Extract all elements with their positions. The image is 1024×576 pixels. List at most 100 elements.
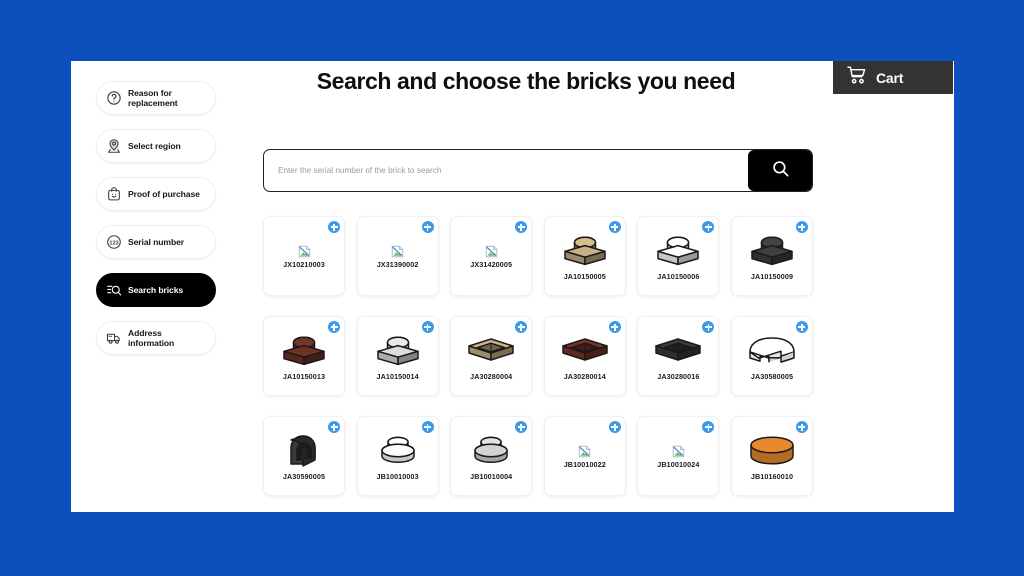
brick-code-label: JA30280016 [657, 372, 700, 381]
search-bar [263, 149, 813, 192]
receipt-bag-icon [106, 186, 122, 202]
brick-code-label: JX31390002 [376, 260, 419, 269]
brick-card[interactable]: JB10010024 [637, 416, 720, 496]
brick-image [275, 331, 333, 371]
brick-code-label: JX31420005 [470, 260, 513, 269]
add-to-cart-icon[interactable] [328, 421, 340, 433]
add-to-cart-icon[interactable] [608, 321, 621, 333]
sidebar-item-proof-of-purchase[interactable]: Proof of purchase [96, 177, 216, 211]
sidebar-item-reason-for-replacement[interactable]: Reason for replacement [96, 81, 216, 115]
add-to-cart-icon[interactable] [515, 221, 528, 233]
shopping-cart-icon [847, 66, 867, 89]
add-to-cart-icon[interactable] [421, 221, 434, 233]
brick-code-label: JB10010003 [376, 472, 419, 481]
brick-code-label: JA10150014 [376, 372, 419, 381]
brick-code-label: JA30580005 [750, 372, 794, 381]
add-to-cart-icon[interactable] [328, 321, 340, 333]
brick-card[interactable]: JA30580005 [730, 316, 813, 396]
brick-card[interactable]: JA10150006 [637, 216, 720, 296]
sidebar-item-select-region[interactable]: Select region [96, 129, 216, 163]
add-to-cart-icon[interactable] [702, 321, 715, 333]
brick-card[interactable]: JA30590005 [263, 416, 345, 496]
brick-card[interactable]: JB10160010 [730, 416, 813, 496]
cart-label: Cart [876, 69, 904, 86]
brick-code-label: JB10010022 [563, 460, 606, 469]
brick-card[interactable]: JA10150009 [730, 216, 813, 296]
cart-button[interactable]: Cart [833, 61, 953, 94]
sidebar-item-search-bricks[interactable]: Search bricks [96, 273, 216, 307]
question-circle-icon [106, 90, 122, 106]
brick-code-label: JA10150013 [282, 372, 326, 381]
broken-image-icon [649, 443, 707, 459]
brick-card[interactable]: JA30280014 [543, 316, 626, 396]
brick-card[interactable]: JB10010003 [356, 416, 439, 496]
map-pin-icon [106, 138, 122, 154]
brick-card[interactable]: JX31420005 [450, 216, 533, 296]
brick-image [275, 431, 333, 471]
sidebar-item-label: Proof of purchase [128, 188, 200, 199]
broken-image-icon [462, 243, 520, 259]
brick-code-label: JA30280014 [563, 372, 606, 381]
add-to-cart-icon[interactable] [421, 421, 434, 433]
brick-image [556, 231, 614, 271]
add-to-cart-icon[interactable] [515, 321, 528, 333]
brick-image [743, 231, 801, 271]
search-input[interactable] [264, 150, 748, 191]
brick-code-label: JA30590005 [282, 472, 326, 481]
brick-image [369, 331, 427, 371]
brick-image [462, 431, 520, 471]
brick-code-label: JA10150006 [657, 272, 700, 281]
sidebar-item-address-information[interactable]: Address information [96, 321, 216, 355]
add-to-cart-icon[interactable] [795, 321, 808, 333]
sidebar-item-label: Search bricks [128, 284, 184, 295]
sidebar: Reason for replacement Select region Pro… [96, 81, 220, 369]
brick-card[interactable]: JA10150013 [263, 316, 345, 396]
brick-card[interactable]: JB10010004 [450, 416, 533, 496]
brick-image [743, 331, 801, 371]
brick-code-label: JB10010004 [470, 472, 513, 481]
broken-image-icon [275, 243, 333, 259]
add-to-cart-icon[interactable] [702, 221, 715, 233]
brick-code-label: JB10010024 [657, 460, 700, 469]
search-icon [771, 159, 790, 183]
add-to-cart-icon[interactable] [515, 421, 528, 433]
sidebar-item-label: Select region [128, 140, 181, 151]
brick-code-label: JB10160010 [750, 472, 794, 481]
main-panel: Search and choose the bricks you need Ca… [71, 61, 954, 512]
brick-card[interactable]: JA30280016 [637, 316, 720, 396]
page-title: Search and choose the bricks you need [316, 68, 736, 94]
brick-code-label: JA30280004 [470, 372, 513, 381]
svg-text:123: 123 [109, 240, 118, 246]
add-to-cart-icon[interactable] [702, 421, 715, 433]
add-to-cart-icon[interactable] [608, 221, 621, 233]
search-list-icon [106, 282, 122, 298]
brick-card[interactable]: JA10150014 [356, 316, 439, 396]
search-submit-button[interactable] [748, 150, 812, 191]
brick-code-label: JA10150005 [563, 272, 606, 281]
numbers-123-circle-icon: 123 [106, 234, 122, 250]
brick-card[interactable]: JB10010022 [543, 416, 626, 496]
brick-image [369, 431, 427, 471]
brick-image [743, 431, 801, 471]
brick-code-label: JA10150009 [750, 272, 794, 281]
delivery-truck-icon [106, 330, 122, 346]
brick-card[interactable]: JA30280004 [450, 316, 533, 396]
brick-image [556, 331, 614, 371]
brick-card[interactable]: JX31390002 [356, 216, 439, 296]
sidebar-item-label: Address information [128, 327, 175, 348]
brick-image [649, 331, 707, 371]
sidebar-item-label: Serial number [128, 236, 185, 247]
add-to-cart-icon[interactable] [608, 421, 621, 433]
add-to-cart-icon[interactable] [795, 421, 808, 433]
brick-image [649, 231, 707, 271]
add-to-cart-icon[interactable] [328, 221, 340, 233]
brick-card[interactable]: JA10150005 [543, 216, 626, 296]
add-to-cart-icon[interactable] [421, 321, 434, 333]
brick-image [462, 331, 520, 371]
broken-image-icon [556, 443, 614, 459]
brick-card[interactable]: JX10210003 [263, 216, 345, 296]
broken-image-icon [369, 243, 427, 259]
add-to-cart-icon[interactable] [795, 221, 808, 233]
brick-code-label: JX10210003 [283, 260, 325, 269]
sidebar-item-serial-number[interactable]: 123 Serial number [96, 225, 216, 259]
